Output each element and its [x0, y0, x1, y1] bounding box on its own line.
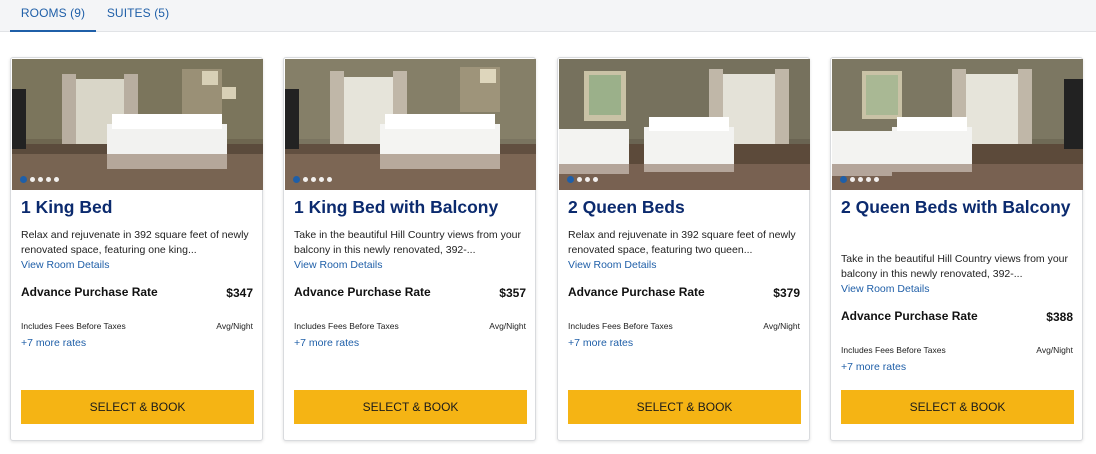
room-title: 2 Queen Beds with Balcony — [841, 197, 1071, 217]
room-description: Take in the beautiful Hill Country views… — [841, 253, 1069, 280]
room-title: 1 King Bed — [21, 197, 113, 217]
room-description: Relax and rejuvenate in 392 square feet … — [21, 229, 249, 256]
carousel-dot[interactable] — [840, 176, 847, 183]
room-card-2-queen: 2 Queen Beds Relax and rejuvenate in 392… — [557, 57, 810, 441]
carousel-dot[interactable] — [577, 177, 582, 182]
room-card-1-king: 1 King Bed Relax and rejuvenate in 392 s… — [10, 57, 263, 441]
price-unit: Avg/Night — [489, 321, 526, 331]
room-description: Take in the beautiful Hill Country views… — [294, 229, 522, 256]
photo-carousel-dots[interactable] — [20, 176, 59, 183]
carousel-dot[interactable] — [303, 177, 308, 182]
price-unit: Avg/Night — [763, 321, 800, 331]
room-title: 2 Queen Beds — [568, 197, 685, 217]
photo-carousel-dots[interactable] — [293, 176, 332, 183]
room-title: 1 King Bed with Balcony — [294, 197, 499, 217]
rate-price: $357 — [499, 286, 526, 300]
fees-note: Includes Fees Before Taxes — [841, 345, 946, 355]
more-rates-link[interactable]: +7 more rates — [841, 361, 906, 373]
rate-price: $379 — [773, 286, 800, 300]
carousel-dot[interactable] — [593, 177, 598, 182]
carousel-dot[interactable] — [319, 177, 324, 182]
select-book-button[interactable]: SELECT & BOOK — [568, 390, 801, 424]
carousel-dot[interactable] — [585, 177, 590, 182]
room-photo[interactable] — [12, 59, 263, 190]
carousel-dot[interactable] — [46, 177, 51, 182]
carousel-dot[interactable] — [293, 176, 300, 183]
fees-note: Includes Fees Before Taxes — [568, 321, 673, 331]
room-photo[interactable] — [832, 59, 1083, 190]
room-photo[interactable] — [285, 59, 536, 190]
view-room-details-link[interactable]: View Room Details — [841, 283, 930, 295]
rate-name: Advance Purchase Rate — [568, 285, 705, 299]
price-unit: Avg/Night — [1036, 345, 1073, 355]
more-rates-link[interactable]: +7 more rates — [21, 337, 86, 349]
room-photo[interactable] — [559, 59, 810, 190]
more-rates-link[interactable]: +7 more rates — [294, 337, 359, 349]
price-unit: Avg/Night — [216, 321, 253, 331]
view-room-details-link[interactable]: View Room Details — [294, 259, 383, 271]
rate-price: $347 — [226, 286, 253, 300]
photo-carousel-dots[interactable] — [840, 176, 879, 183]
carousel-dot[interactable] — [850, 177, 855, 182]
room-card-1-king-balcony: 1 King Bed with Balcony Take in the beau… — [283, 57, 536, 441]
carousel-dot[interactable] — [38, 177, 43, 182]
rate-name: Advance Purchase Rate — [21, 285, 158, 299]
room-card-2-queen-balcony: 2 Queen Beds with Balcony Take in the be… — [830, 57, 1083, 441]
carousel-dot[interactable] — [30, 177, 35, 182]
select-book-button[interactable]: SELECT & BOOK — [841, 390, 1074, 424]
carousel-dot[interactable] — [311, 177, 316, 182]
room-type-tabs: ROOMS (9) SUITES (5) — [0, 0, 1096, 32]
carousel-dot[interactable] — [874, 177, 879, 182]
carousel-dot[interactable] — [54, 177, 59, 182]
view-room-details-link[interactable]: View Room Details — [21, 259, 110, 271]
carousel-dot[interactable] — [866, 177, 871, 182]
tab-suites[interactable]: SUITES (5) — [106, 0, 170, 30]
fees-note: Includes Fees Before Taxes — [294, 321, 399, 331]
tab-rooms[interactable]: ROOMS (9) — [10, 0, 96, 32]
rate-name: Advance Purchase Rate — [841, 309, 978, 323]
carousel-dot[interactable] — [20, 176, 27, 183]
fees-note: Includes Fees Before Taxes — [21, 321, 126, 331]
more-rates-link[interactable]: +7 more rates — [568, 337, 633, 349]
rate-name: Advance Purchase Rate — [294, 285, 431, 299]
select-book-button[interactable]: SELECT & BOOK — [21, 390, 254, 424]
view-room-details-link[interactable]: View Room Details — [568, 259, 657, 271]
carousel-dot[interactable] — [858, 177, 863, 182]
photo-carousel-dots[interactable] — [567, 176, 598, 183]
room-description: Relax and rejuvenate in 392 square feet … — [568, 229, 796, 256]
select-book-button[interactable]: SELECT & BOOK — [294, 390, 527, 424]
rate-price: $388 — [1046, 310, 1073, 324]
carousel-dot[interactable] — [327, 177, 332, 182]
carousel-dot[interactable] — [567, 176, 574, 183]
